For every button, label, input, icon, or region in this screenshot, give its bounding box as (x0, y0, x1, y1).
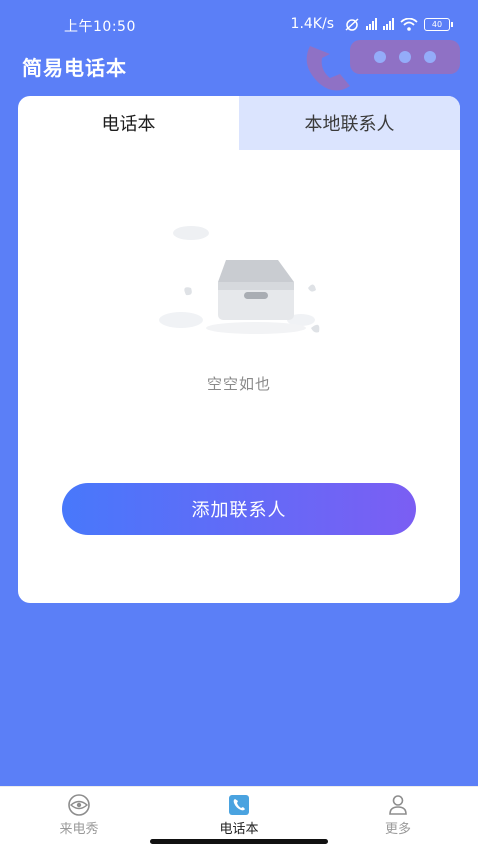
status-time: 上午10:50 (64, 19, 136, 35)
eye-icon (68, 794, 90, 816)
alarm-off-icon (345, 18, 359, 31)
nav-item-phonebook[interactable]: 电话本 (199, 793, 279, 837)
nav-label-caller-show: 来电秀 (59, 822, 99, 837)
tab-phonebook[interactable]: 电话本 (18, 96, 239, 150)
contacts-card: 电话本 本地联系人 空空如也 添加联系人 (18, 96, 460, 603)
person-icon (389, 795, 407, 815)
signal-icon (366, 18, 377, 30)
network-speed: 1.4K/s (290, 16, 334, 32)
wifi-icon (400, 17, 418, 31)
nav-item-more[interactable]: 更多 (358, 793, 438, 837)
nav-label-phonebook: 电话本 (219, 822, 259, 837)
decorative-phone-icon (306, 40, 460, 91)
phone-book-icon (229, 795, 249, 815)
add-contact-button[interactable]: 添加联系人 (62, 483, 416, 535)
nav-item-caller-show[interactable]: 来电秀 (39, 793, 119, 837)
empty-state-text: 空空如也 (206, 375, 271, 393)
empty-box-icon (159, 226, 320, 334)
page-title: 简易电话本 (22, 56, 127, 80)
tab-bar: 电话本 本地联系人 (18, 96, 460, 150)
battery-icon: 40 (424, 17, 453, 31)
nav-label-more: 更多 (384, 822, 411, 837)
signal-icon-2 (383, 18, 394, 30)
status-icons: 1.4K/s 40 (290, 16, 453, 32)
home-indicator[interactable] (150, 839, 328, 844)
tab-local-contacts[interactable]: 本地联系人 (239, 96, 460, 150)
